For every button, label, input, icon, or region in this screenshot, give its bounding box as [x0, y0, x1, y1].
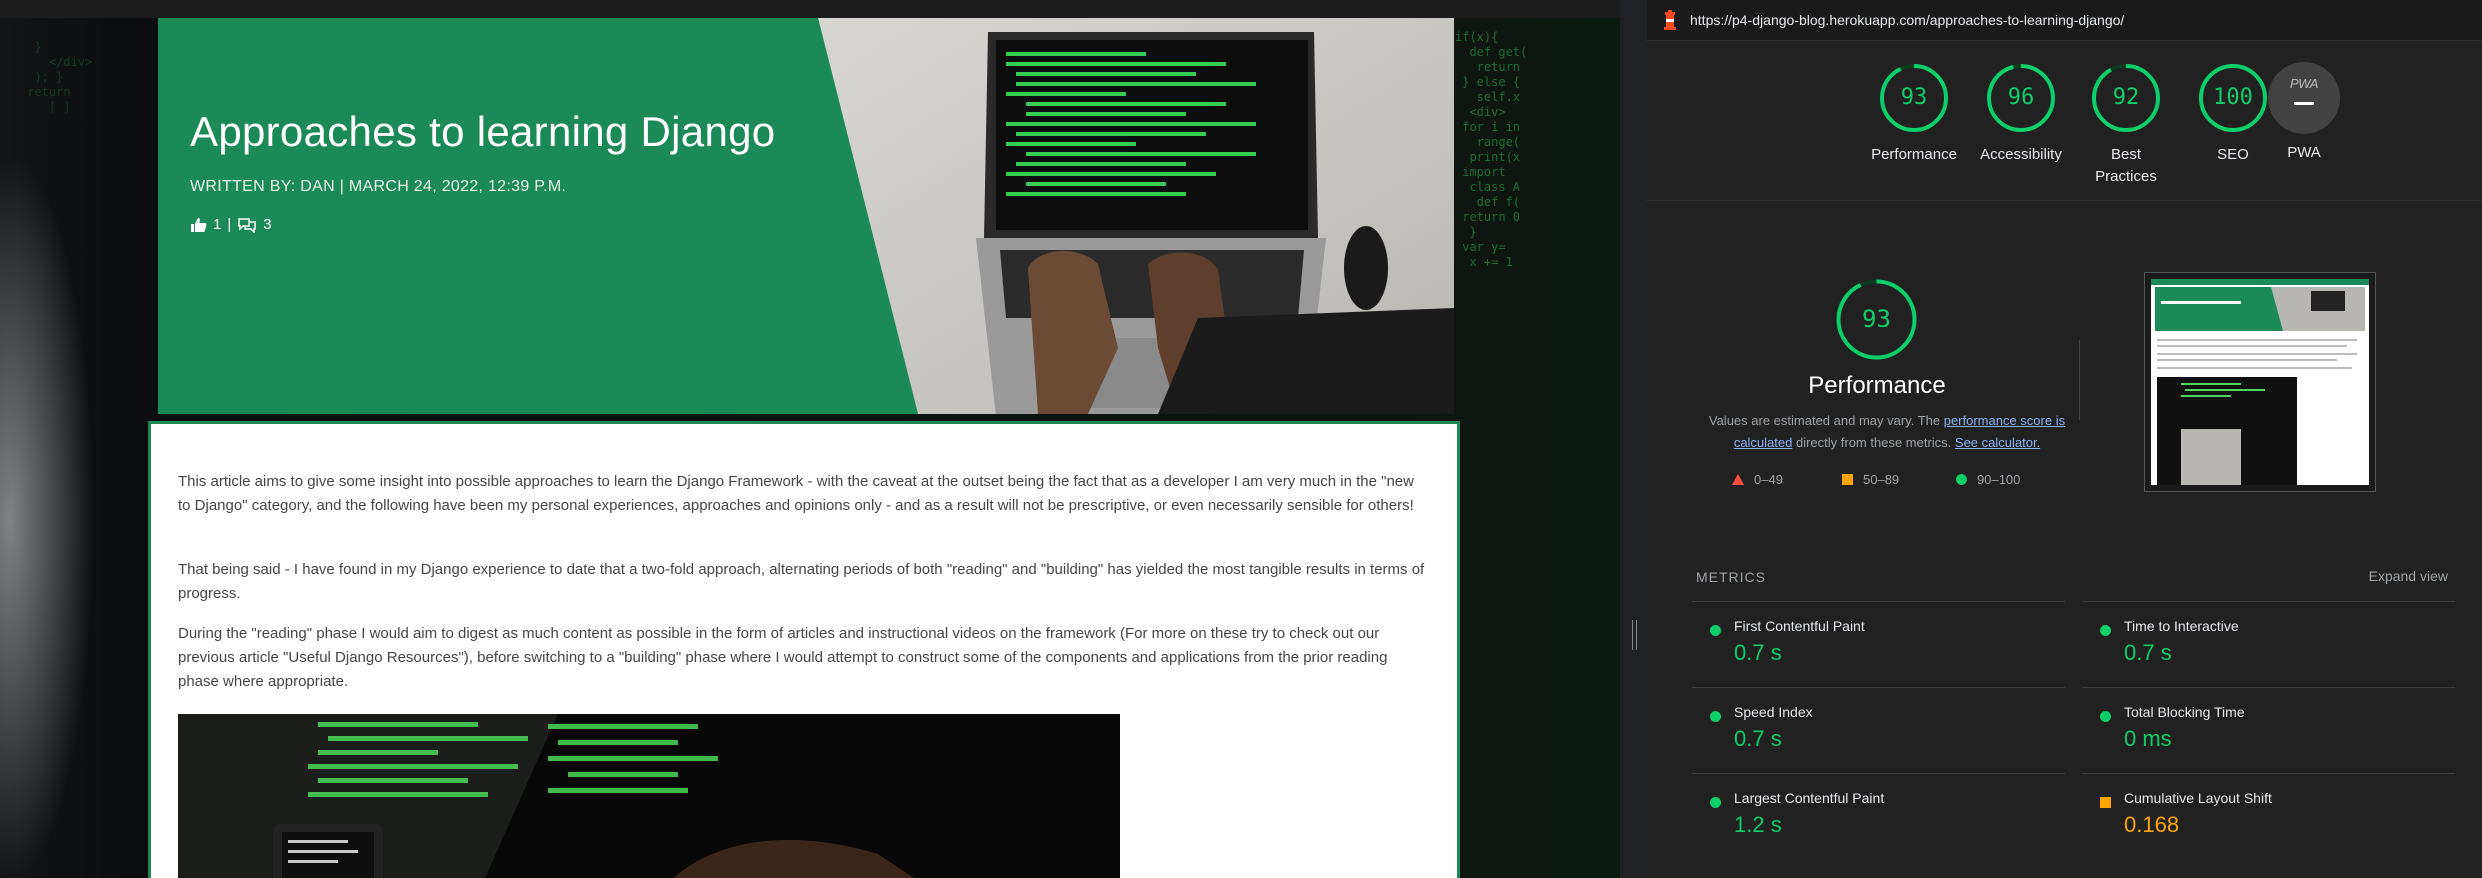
- metric-name: Cumulative Layout Shift: [2124, 790, 2272, 806]
- divider: [1647, 200, 2482, 201]
- blog-page: } </div> ); } return [ ] if(x){ def get(…: [0, 0, 1620, 878]
- gauge-label: Performance: [1871, 146, 1957, 163]
- performance-score: 93: [1862, 305, 1891, 333]
- metric-name: Largest Contentful Paint: [1734, 790, 1885, 806]
- comments-icon: [237, 217, 257, 233]
- gauge-pwa[interactable]: PWA PWA: [2249, 62, 2359, 161]
- hero-laptop-photo: [158, 18, 1454, 414]
- likes-count: 1: [213, 216, 222, 233]
- metric-total-blocking-time: Total Blocking Time 0 ms: [2082, 687, 2455, 774]
- report-url-bar: https://p4-django-blog.herokuapp.com/app…: [1647, 0, 2482, 41]
- final-screenshot-thumbnail[interactable]: [2144, 272, 2376, 492]
- panel-splitter[interactable]: [1620, 0, 1647, 878]
- metric-name: First Contentful Paint: [1734, 618, 1865, 634]
- gauge-label: Best Practices: [2095, 146, 2157, 185]
- performance-title: Performance: [1808, 372, 1946, 399]
- article-body: This article aims to give some insight i…: [148, 421, 1460, 878]
- gauge-label: Accessibility: [1980, 146, 2062, 163]
- legend-pass: 90–100: [1956, 472, 2020, 487]
- stats-separator: |: [227, 216, 232, 233]
- metric-value: 0.7 s: [2124, 640, 2172, 665]
- legend-average: 50–89: [1842, 472, 1899, 487]
- lighthouse-report: https://p4-django-blog.herokuapp.com/app…: [1647, 0, 2482, 878]
- thumbs-up-icon[interactable]: [190, 217, 207, 233]
- post-stats: 1 | 3: [190, 216, 272, 233]
- background-code-right: if(x){ def get( return } else { self.x <…: [1455, 30, 1528, 269]
- metric-value: 0 ms: [2124, 726, 2172, 751]
- report-url[interactable]: https://p4-django-blog.herokuapp.com/app…: [1690, 12, 2124, 28]
- metric-name: Speed Index: [1734, 704, 1813, 720]
- average-square-icon: [1842, 474, 1853, 485]
- fail-triangle-icon: [1732, 474, 1744, 485]
- pwa-badge-text: PWA: [2290, 76, 2318, 91]
- pass-circle-icon: [1956, 474, 1967, 485]
- see-calculator-link[interactable]: See calculator.: [1955, 435, 2040, 450]
- pass-circle-icon: [1710, 623, 1721, 641]
- post-title: Approaches to learning Django: [190, 108, 776, 155]
- gauge-score: 93: [1900, 85, 1928, 110]
- background-code-left: } </div> ); } return [ ]: [27, 40, 93, 114]
- metric-time-to-interactive: Time to Interactive 0.7 s: [2082, 601, 2455, 688]
- average-square-icon: [2100, 795, 2111, 813]
- article-image: [178, 714, 1120, 878]
- metric-first-contentful-paint: First Contentful Paint 0.7 s: [1692, 601, 2065, 688]
- gauge-accessibility[interactable]: 96 Accessibility: [1966, 62, 2076, 166]
- gauge-score: 92: [2112, 85, 2140, 110]
- metric-value: 0.7 s: [1734, 640, 1782, 665]
- lighthouse-logo-icon: [1664, 10, 1676, 30]
- gauge-label: PWA: [2287, 144, 2321, 161]
- metrics-heading: METRICS: [1696, 569, 1766, 585]
- article-paragraph: That being said - I have found in my Dja…: [178, 561, 1425, 602]
- metric-value: 0.7 s: [1734, 726, 1782, 751]
- metric-speed-index: Speed Index 0.7 s: [1692, 687, 2065, 774]
- article-paragraph: This article aims to give some insight i…: [178, 473, 1414, 514]
- metric-cumulative-layout-shift: Cumulative Layout Shift 0.168: [2082, 773, 2455, 860]
- divider: [2079, 340, 2080, 420]
- comments-count: 3: [263, 216, 272, 233]
- metric-name: Total Blocking Time: [2124, 704, 2245, 720]
- pwa-badge-icon: PWA: [2268, 62, 2340, 134]
- legend-fail: 0–49: [1732, 472, 1783, 487]
- pass-circle-icon: [1710, 795, 1721, 813]
- gauge-performance[interactable]: 93 Performance: [1859, 62, 1969, 166]
- gauge-score: 96: [2007, 85, 2035, 110]
- resize-handle-icon[interactable]: [1632, 620, 1637, 650]
- pass-circle-icon: [2100, 623, 2111, 641]
- performance-gauge-large: 93: [1834, 277, 1919, 362]
- hero-banner: Approaches to learning Django WRITTEN BY…: [158, 18, 1454, 414]
- post-byline: WRITTEN BY: DAN | MARCH 24, 2022, 12:39 …: [190, 178, 567, 195]
- metric-value: 0.168: [2124, 812, 2180, 837]
- metric-largest-contentful-paint: Largest Contentful Paint 1.2 s: [1692, 773, 2065, 860]
- gauge-best-practices[interactable]: 92 Best Practices: [2071, 62, 2181, 188]
- performance-note: Values are estimated and may vary. The p…: [1708, 413, 2066, 450]
- pass-circle-icon: [1710, 709, 1721, 727]
- expand-view-toggle[interactable]: Expand view: [2369, 568, 2448, 584]
- metric-name: Time to Interactive: [2124, 618, 2239, 634]
- browser-topbar: [0, 0, 1620, 18]
- article-paragraph: During the "reading" phase I would aim t…: [178, 625, 1388, 690]
- metric-value: 1.2 s: [1734, 812, 1782, 837]
- pass-circle-icon: [2100, 709, 2111, 727]
